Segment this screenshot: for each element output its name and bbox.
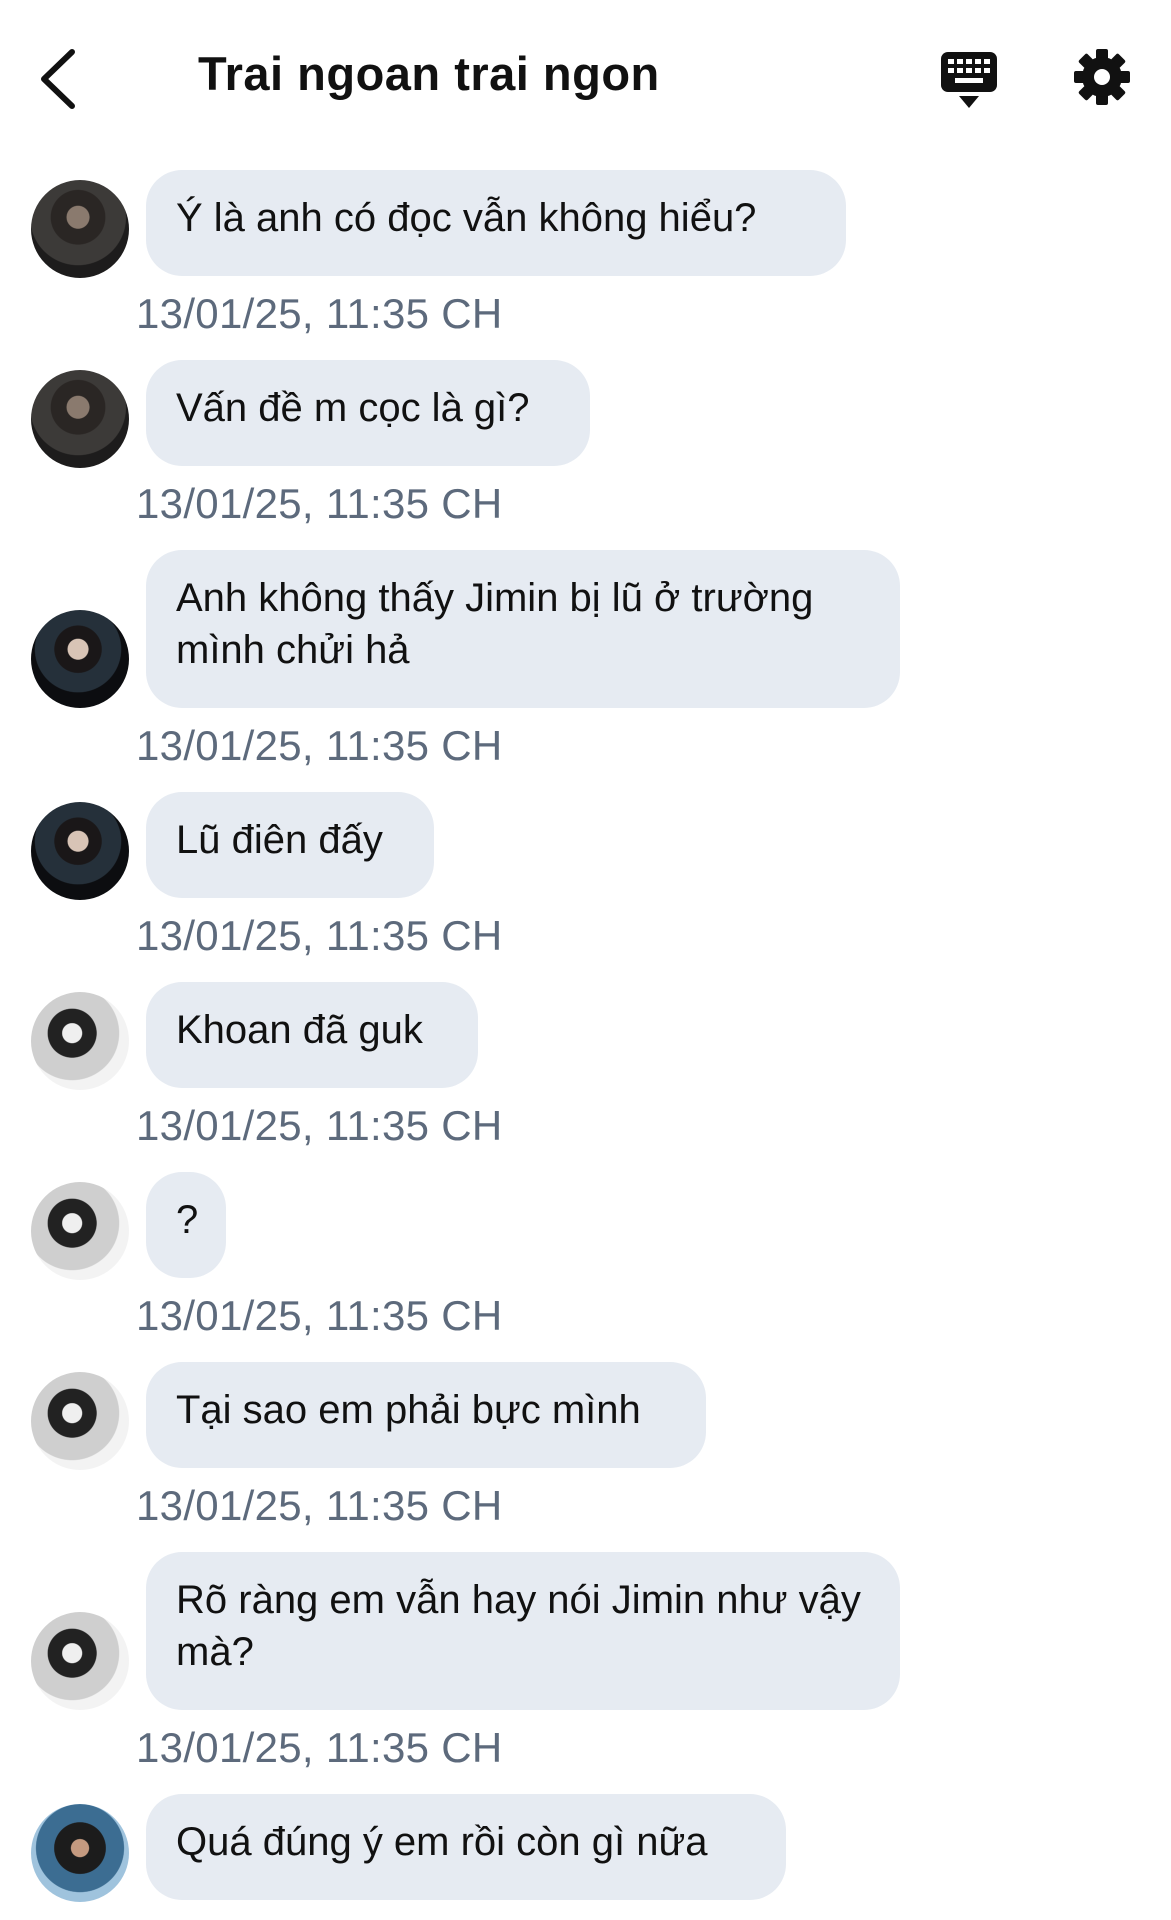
message-bubble[interactable]: Khoan đã guk <box>146 982 478 1088</box>
message-bubble[interactable]: Tại sao em phải bực mình <box>146 1362 706 1468</box>
avatar[interactable] <box>31 1372 129 1470</box>
avatar[interactable] <box>31 1182 129 1280</box>
message-timestamp: 13/01/25, 11:35 CH <box>136 1102 503 1149</box>
avatar[interactable] <box>31 802 129 900</box>
message-bubble[interactable]: Ý là anh có đọc vẫn không hiểu? <box>146 170 846 276</box>
message-bubble[interactable]: Quá đúng ý em rồi còn gì nữa <box>146 1794 786 1900</box>
message-timestamp: 13/01/25, 11:35 CH <box>136 290 503 337</box>
avatar[interactable] <box>31 610 129 708</box>
message-bubble[interactable]: Anh không thấy Jimin bị lũ ở trường mình… <box>146 550 900 708</box>
gear-icon <box>1074 49 1130 105</box>
keyboard-button[interactable] <box>940 50 998 110</box>
settings-button[interactable] <box>1073 48 1131 106</box>
back-button[interactable] <box>36 44 80 114</box>
message-timestamp: 13/01/25, 11:35 CH <box>136 480 503 527</box>
message-bubble[interactable]: Rõ ràng em vẫn hay nói Jimin như vậy mà? <box>146 1552 900 1710</box>
keyboard-icon <box>941 52 997 108</box>
message-bubble[interactable]: Lũ điên đấy <box>146 792 434 898</box>
avatar[interactable] <box>31 180 129 278</box>
message-timestamp: 13/01/25, 11:35 CH <box>136 1724 503 1771</box>
avatar[interactable] <box>31 370 129 468</box>
avatar[interactable] <box>31 1612 129 1710</box>
message-timestamp: 13/01/25, 11:35 CH <box>136 1482 503 1529</box>
message-timestamp: 13/01/25, 11:35 CH <box>136 912 503 959</box>
avatar[interactable] <box>31 992 129 1090</box>
page-title: Trai ngoan trai ngon <box>198 47 660 100</box>
message-bubble[interactable]: Vấn đề m cọc là gì? <box>146 360 590 466</box>
message-timestamp: 13/01/25, 11:35 CH <box>136 1292 503 1339</box>
chevron-left-icon <box>41 49 75 109</box>
avatar[interactable] <box>31 1804 129 1902</box>
message-timestamp: 13/01/25, 11:35 CH <box>136 722 503 769</box>
message-bubble[interactable]: ? <box>146 1172 226 1278</box>
chat-header: Trai ngoan trai ngon <box>0 0 1171 160</box>
